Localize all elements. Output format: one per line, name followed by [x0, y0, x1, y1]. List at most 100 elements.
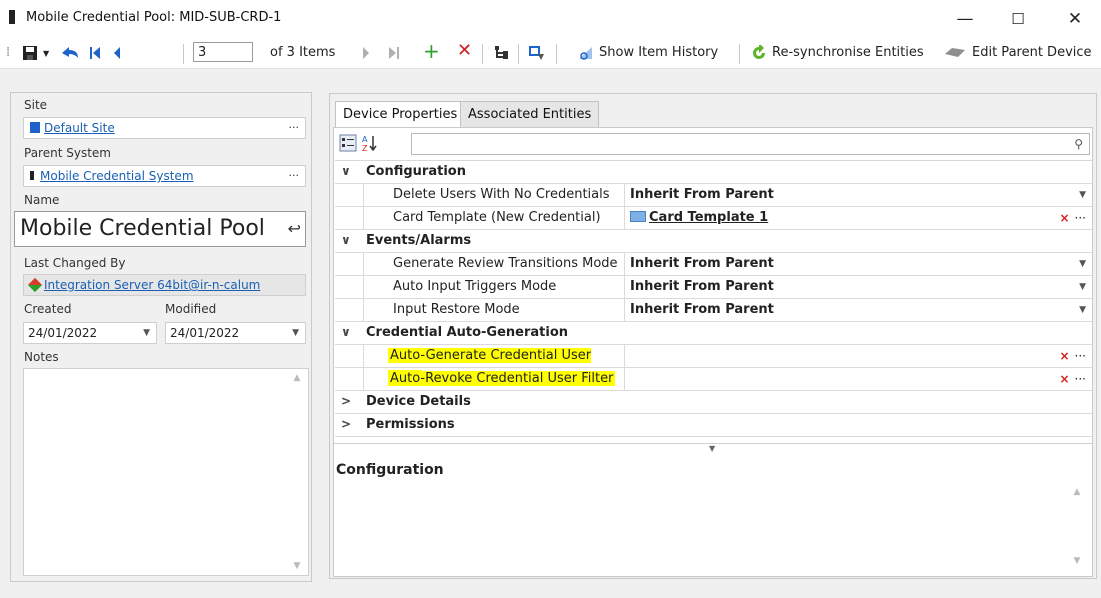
chevron-down-icon[interactable]: ∨ — [341, 325, 353, 339]
chevron-down-icon[interactable]: ▼ — [1079, 276, 1086, 298]
modified-date-field[interactable]: 24/01/2022 ▼ — [165, 322, 306, 344]
clear-value-icon[interactable]: × — [1059, 211, 1069, 225]
description-title: Configuration — [336, 462, 444, 478]
browse-button[interactable]: ··· — [1075, 349, 1086, 363]
site-icon — [30, 122, 40, 133]
add-icon[interactable]: + — [423, 41, 440, 61]
chevron-right-icon[interactable]: > — [341, 394, 353, 408]
record-number-input[interactable]: 3 — [193, 42, 253, 62]
browse-button[interactable]: ··· — [1075, 372, 1086, 386]
categorized-view-icon[interactable] — [339, 134, 357, 156]
site-browse-button[interactable]: ··· — [289, 118, 300, 138]
save-icon[interactable] — [22, 45, 38, 63]
export-icon[interactable] — [528, 45, 546, 63]
last-changed-link[interactable]: Integration Server 64bit@ir-n-calum — [44, 278, 260, 292]
edit-parent-device-button[interactable]: Edit Parent Device — [972, 44, 1092, 62]
property-value[interactable] — [626, 368, 630, 390]
chevron-down-icon[interactable]: ▼ — [1079, 299, 1086, 321]
chevron-down-icon[interactable]: ▼ — [1079, 253, 1086, 275]
property-row-delete-users[interactable]: Delete Users With No Credentials Inherit… — [335, 184, 1092, 207]
clear-value-icon[interactable]: × — [1059, 372, 1069, 386]
site-link[interactable]: Default Site — [44, 121, 115, 135]
tab-associated-entities[interactable]: Associated Entities — [460, 101, 600, 128]
property-row-card-template[interactable]: Card Template (New Credential) Card Temp… — [335, 207, 1092, 230]
sort-alphabetical-icon[interactable]: AZ — [361, 134, 379, 156]
property-value[interactable]: Inherit From Parent — [626, 276, 774, 298]
minimize-button[interactable]: — — [942, 6, 988, 32]
close-button[interactable]: ✕ — [1052, 6, 1098, 32]
card-template-link[interactable]: Card Template 1 — [649, 210, 768, 225]
property-row-review-transitions[interactable]: Generate Review Transitions Mode Inherit… — [335, 253, 1092, 276]
separator — [183, 44, 184, 64]
property-name: Auto-Generate Credential User Filter — [363, 345, 625, 385]
category-credential-auto-generation[interactable]: ∨ Credential Auto-Generation — [335, 322, 1092, 345]
svg-text:A: A — [362, 135, 368, 144]
category-configuration[interactable]: ∨ Configuration — [335, 161, 1092, 184]
scroll-down-icon[interactable]: ▼ — [292, 561, 302, 571]
browse-button[interactable]: ··· — [1075, 211, 1086, 225]
modified-label: Modified — [165, 302, 217, 316]
previous-record-icon[interactable] — [112, 46, 122, 64]
property-value[interactable] — [626, 345, 630, 367]
property-name: Input Restore Mode — [363, 299, 625, 321]
property-value[interactable]: Inherit From Parent — [626, 184, 774, 206]
property-name: Auto Input Triggers Mode — [363, 276, 625, 298]
clear-value-icon[interactable]: × — [1059, 349, 1069, 363]
notes-textarea[interactable]: ▲ ▼ — [23, 368, 309, 576]
save-dropdown-icon[interactable]: ▼ — [43, 45, 49, 63]
parent-system-browse-button[interactable]: ··· — [289, 166, 300, 186]
last-record-icon[interactable] — [387, 46, 401, 64]
next-record-icon[interactable] — [361, 46, 371, 64]
site-label: Site — [24, 98, 48, 112]
scroll-up-icon[interactable]: ▲ — [292, 373, 302, 383]
property-value[interactable]: Inherit From Parent — [626, 299, 774, 321]
category-permissions[interactable]: > Permissions — [335, 414, 1092, 437]
parent-system-field[interactable]: Mobile Credential System ··· — [23, 165, 306, 187]
property-name: Auto-Revoke Credential User Filter — [363, 368, 625, 390]
property-value[interactable]: Card Template 1 — [626, 207, 768, 229]
delete-icon[interactable]: ✕ — [457, 42, 472, 60]
property-row-input-restore[interactable]: Input Restore Mode Inherit From Parent ▼ — [335, 299, 1092, 322]
property-row-auto-generate-filter[interactable]: Auto-Generate Credential User Filter × ··… — [335, 345, 1092, 385]
splitter[interactable]: ▼ — [334, 443, 1092, 456]
created-label: Created — [24, 302, 72, 316]
chevron-down-icon[interactable]: ∨ — [341, 233, 353, 247]
property-name: Delete Users With No Credentials — [363, 184, 625, 206]
category-events-alarms[interactable]: ∨ Events/Alarms — [335, 230, 1092, 253]
name-reset-icon[interactable]: ↩ — [288, 212, 301, 246]
chevron-down-icon[interactable]: ▼ — [1079, 184, 1086, 206]
chevron-down-icon[interactable]: ▼ — [292, 323, 299, 343]
tab-device-properties[interactable]: Device Properties — [335, 101, 466, 128]
created-date-field[interactable]: 24/01/2022 ▼ — [23, 322, 157, 344]
property-row-auto-input-triggers[interactable]: Auto Input Triggers Mode Inherit From Pa… — [335, 276, 1092, 299]
system-icon — [30, 171, 34, 180]
card-template-icon — [630, 211, 646, 222]
edit-parent-icon — [944, 46, 966, 64]
app-icon — [9, 10, 15, 24]
chevron-down-icon[interactable]: ▼ — [143, 323, 150, 343]
title-bar: Mobile Credential Pool: MID-SUB-CRD-1 — … — [0, 0, 1101, 38]
first-record-icon[interactable] — [88, 46, 102, 64]
undo-icon[interactable] — [60, 45, 80, 63]
category-device-details[interactable]: > Device Details — [335, 391, 1092, 414]
parent-system-label: Parent System — [24, 146, 111, 160]
name-input[interactable]: Mobile Credential Pool ↩ — [14, 211, 306, 247]
scroll-down-icon[interactable]: ▼ — [1072, 556, 1082, 566]
property-grid: ∨ Configuration Delete Users With No Cre… — [335, 160, 1092, 443]
scroll-up-icon[interactable]: ▲ — [1072, 487, 1082, 497]
resync-icon — [751, 45, 767, 63]
maximize-button[interactable]: ☐ — [995, 6, 1041, 32]
resync-entities-button[interactable]: Re-synchronise Entities — [772, 44, 924, 62]
show-item-history-button[interactable]: Show Item History — [599, 44, 718, 62]
name-value: Mobile Credential Pool — [20, 216, 265, 241]
chevron-right-icon[interactable]: > — [341, 417, 353, 431]
property-search-input[interactable]: ⚲ — [411, 133, 1090, 155]
created-date-value: 24/01/2022 — [28, 326, 98, 340]
property-value[interactable]: Inherit From Parent — [626, 253, 774, 275]
property-row-auto-revoke-filter[interactable]: Auto-Revoke Credential User Filter × ··· — [335, 368, 1092, 391]
parent-system-link[interactable]: Mobile Credential System — [40, 169, 194, 183]
history-icon — [578, 45, 594, 63]
hierarchy-icon[interactable] — [494, 45, 510, 63]
site-field[interactable]: Default Site ··· — [23, 117, 306, 139]
chevron-down-icon[interactable]: ∨ — [341, 164, 353, 178]
